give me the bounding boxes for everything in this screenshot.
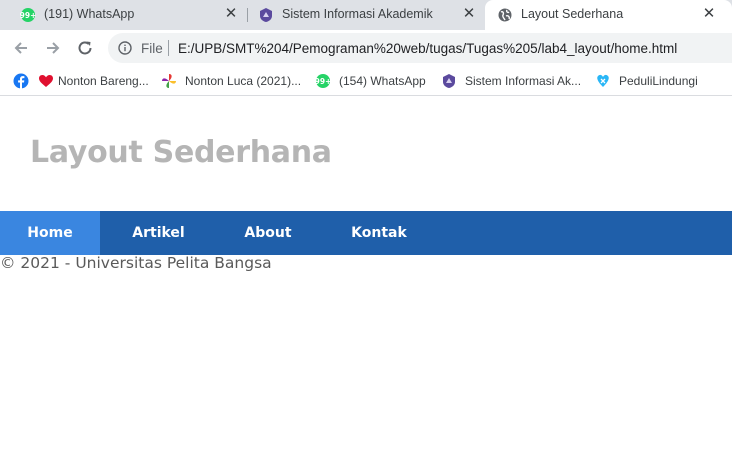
back-button[interactable] [10, 37, 32, 59]
reload-button[interactable] [74, 37, 96, 59]
main-navbar: Home Artikel About Kontak [0, 211, 732, 255]
bookmark-label: Nonton Bareng... [58, 74, 149, 88]
svg-text:99+: 99+ [20, 11, 36, 20]
browser-toolbar: File E:/UPB/SMT%204/Pemograman%20web/tug… [0, 30, 732, 66]
tab-title: Sistem Informasi Akademik [282, 7, 433, 21]
bookmark-label: Sistem Informasi Ak... [465, 74, 582, 88]
close-tab-icon[interactable]: ✕ [460, 5, 478, 23]
tab-sistem-informasi-akademik[interactable]: Sistem Informasi Akademik ✕ [248, 0, 484, 30]
forward-arrow-icon [47, 42, 60, 54]
pedulilindungi-icon [597, 74, 609, 87]
reload-icon [78, 41, 92, 55]
tab-strip: 99+ (191) WhatsApp ✕ Sistem Informasi Ak… [0, 0, 732, 30]
bookmark-whatsapp[interactable]: 99+ (154) WhatsApp [315, 72, 426, 90]
svg-text:99+: 99+ [315, 77, 331, 86]
bookmark-label: (154) WhatsApp [339, 74, 426, 88]
facebook-icon [13, 73, 29, 89]
bookmark-pedulilindungi[interactable]: PeduliLindungi [595, 72, 698, 90]
site-title: Layout Sederhana [30, 135, 332, 170]
whatsapp-icon: 99+ [315, 74, 331, 88]
bookmark-nonton-bareng[interactable]: Nonton Bareng... [38, 72, 149, 90]
address-divider [168, 40, 169, 56]
bookmark-label: Nonton Luca (2021)... [185, 74, 302, 88]
tab-title: Layout Sederhana [521, 7, 624, 21]
whatsapp-icon: 99+ [20, 8, 36, 22]
pinwheel-icon [162, 74, 176, 88]
footer-copyright: © 2021 - Universitas Pelita Bangsa [0, 254, 272, 272]
bookmarks-bar: Nonton Bareng... Nonton Luca (2021)... 9… [0, 66, 732, 96]
globe-icon [498, 8, 512, 22]
bookmark-label: PeduliLindungi [619, 74, 698, 88]
tab-title: (191) WhatsApp [44, 7, 135, 21]
bookmark-facebook[interactable] [13, 72, 35, 90]
scheme-label: File [141, 41, 163, 56]
forward-button[interactable] [42, 37, 64, 59]
address-bar[interactable]: File E:/UPB/SMT%204/Pemograman%20web/tug… [108, 33, 732, 63]
bookmark-nonton-luca[interactable]: Nonton Luca (2021)... [161, 72, 301, 90]
heart-icon [39, 75, 53, 87]
close-tab-icon[interactable]: ✕ [700, 5, 718, 23]
info-icon[interactable] [118, 41, 132, 55]
nav-about-link[interactable]: About [217, 211, 319, 255]
tab-whatsapp[interactable]: 99+ (191) WhatsApp ✕ [0, 0, 248, 30]
bookmark-sistem-informasi[interactable]: Sistem Informasi Ak... [441, 72, 581, 90]
url-text[interactable]: E:/UPB/SMT%204/Pemograman%20web/tugas/Tu… [178, 41, 677, 56]
nav-home-link[interactable]: Home [0, 211, 100, 255]
nav-artikel-link[interactable]: Artikel [100, 211, 217, 255]
close-tab-icon[interactable]: ✕ [222, 5, 240, 23]
back-arrow-icon [14, 42, 27, 54]
tab-layout-sederhana[interactable]: Layout Sederhana ✕ [485, 0, 732, 30]
nav-kontak-link[interactable]: Kontak [319, 211, 439, 255]
page-header: Layout Sederhana [0, 97, 732, 211]
university-crest-icon [260, 8, 272, 22]
university-crest-icon [443, 74, 455, 88]
